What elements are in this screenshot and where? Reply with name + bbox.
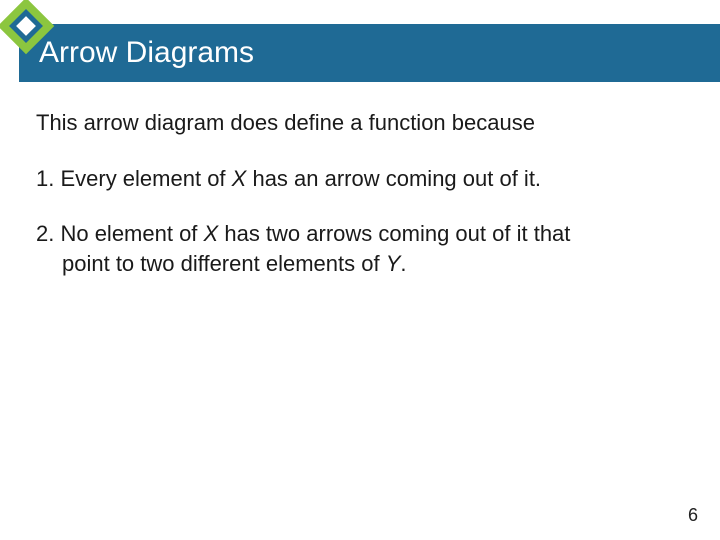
slide-title: Arrow Diagrams bbox=[39, 36, 254, 70]
item1-post: has an arrow coming out of it. bbox=[246, 166, 541, 191]
item2-mid: has two arrows coming out of it that bbox=[218, 221, 570, 246]
item2-cont-post: . bbox=[400, 251, 406, 276]
page-number: 6 bbox=[688, 505, 698, 526]
title-bar: Arrow Diagrams bbox=[19, 24, 720, 82]
item1-pre: 1. Every element of bbox=[36, 166, 232, 191]
list-item-1: 1. Every element of X has an arrow comin… bbox=[36, 164, 684, 194]
item2-pre: 2. No element of bbox=[36, 221, 204, 246]
slide: Arrow Diagrams This arrow diagram does d… bbox=[0, 0, 720, 540]
variable-y: Y bbox=[386, 251, 401, 276]
slide-body: This arrow diagram does define a functio… bbox=[36, 108, 684, 305]
variable-x: X bbox=[232, 166, 247, 191]
list-item-2: 2. No element of X has two arrows coming… bbox=[36, 219, 684, 278]
intro-text: This arrow diagram does define a functio… bbox=[36, 108, 684, 138]
variable-x: X bbox=[204, 221, 219, 246]
item2-cont-pre: point to two different elements of bbox=[62, 251, 386, 276]
